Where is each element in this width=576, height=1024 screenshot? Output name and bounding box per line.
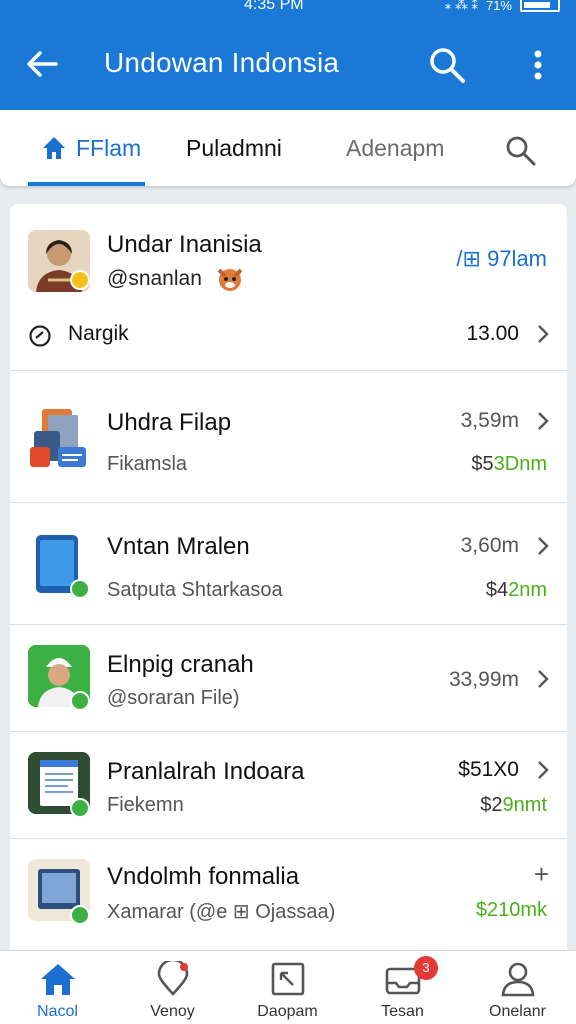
item-handle: @snanlan (107, 267, 202, 290)
tab-adenapm[interactable]: Adenapm (346, 110, 444, 186)
chevron-right-icon (538, 537, 549, 555)
list-item[interactable]: Undar Inanisia @snanlan /⊞ 97lam Nargik … (10, 204, 567, 371)
status-badge (70, 905, 90, 925)
nav-label: Tesan (381, 1003, 424, 1020)
status-time: 4:35 PM (244, 0, 304, 13)
location-pin-icon (157, 961, 189, 996)
status-bar: 4:35 PM ⁎ ⁂ ⁑ 71% (0, 0, 576, 20)
nav-item-onelanr[interactable]: Onelanr (460, 951, 575, 1024)
home-icon (43, 137, 65, 159)
status-badge (70, 691, 90, 711)
tab-bar: FFlam Puladmni Adenapm (0, 110, 576, 186)
item-meta-label: Nargik (68, 322, 129, 345)
fox-icon (217, 268, 243, 291)
item-value: 3,60m (460, 534, 519, 557)
apps-icon (28, 407, 90, 469)
item-value: $51X0 (458, 758, 519, 781)
nav-label: Daopam (257, 1003, 318, 1020)
tab-label: FFlam (76, 134, 142, 161)
status-icons: ⁎ ⁂ ⁑ 71% (445, 0, 560, 13)
item-sub: Fikamsla (107, 453, 188, 475)
item-name: Pranlalrah Indoara (107, 758, 305, 785)
item-value: 3,59m (460, 409, 519, 432)
battery-text: 71% (485, 0, 512, 13)
item-sub: Xamarar (@e ⊞ Ojassaa) (107, 901, 336, 923)
chevron-right-icon (538, 325, 549, 343)
tab-label: Adenapm (346, 134, 445, 161)
search-icon[interactable] (426, 44, 468, 86)
chevron-right-icon (538, 670, 549, 688)
list-item[interactable]: Pranlalrah Indoara Fiekemn $51X0 $29nmt (10, 732, 567, 839)
signal-icon: ⁎ ⁂ ⁑ (444, 0, 478, 12)
notification-badge: 3 (414, 956, 438, 980)
add-icon[interactable]: + (534, 859, 549, 890)
item-name: Vndolmh fonmalia (107, 863, 300, 890)
compose-icon (271, 962, 305, 996)
chevron-right-icon (538, 412, 549, 430)
nav-label: Onelanr (489, 1003, 546, 1020)
item-sub: Fiekemn (107, 794, 184, 816)
item-meta-value: 13.00 (466, 322, 519, 345)
item-price: $29nmt (480, 794, 547, 816)
item-sub: @soraran File) (107, 687, 240, 709)
list-item[interactable]: Uhdra Filap Fikamsla 3,59m $53Dnm (10, 371, 567, 503)
list-item[interactable]: Elnpig cranah @soraran File) 33,99m (10, 625, 567, 732)
chevron-right-icon (538, 761, 549, 779)
status-badge (70, 798, 90, 818)
item-tag: /⊞ 97lam (456, 246, 547, 271)
nav-item-daopam[interactable]: Daopam (230, 951, 345, 1024)
home-icon (41, 964, 75, 995)
clock-icon (29, 325, 51, 347)
nav-label: Nacol (37, 1003, 78, 1020)
nav-item-venoy[interactable]: Venoy (115, 951, 230, 1024)
list-item[interactable]: Vntan Mralen Satputa Shtarkasoa 3,60m $4… (10, 503, 567, 625)
battery-icon (520, 0, 560, 12)
item-name: Vntan Mralen (107, 533, 250, 560)
tab-puladmni[interactable]: Puladmni (186, 110, 282, 186)
item-name: Undar Inanisia (107, 231, 262, 258)
more-vert-icon[interactable] (522, 44, 554, 86)
tab-label: Puladmni (186, 134, 282, 161)
item-name: Uhdra Filap (107, 409, 232, 436)
item-price: $42nm (485, 579, 547, 601)
item-sub: Satputa Shtarkasoa (107, 579, 283, 601)
back-arrow-icon[interactable] (22, 44, 62, 84)
search-icon[interactable] (502, 132, 538, 168)
status-badge (70, 579, 90, 599)
verified-badge (70, 270, 90, 290)
app-title: Undowan Indonsia (104, 47, 340, 78)
item-price: $210mk (475, 899, 547, 921)
nav-item-nacol[interactable]: Nacol (0, 951, 115, 1024)
nav-label: Venoy (150, 1003, 195, 1020)
item-value: 33,99m (448, 668, 519, 691)
bottom-nav: Nacol Venoy Daopam Tesan Onelanr (0, 950, 576, 1024)
item-name: Elnpig cranah (107, 651, 254, 678)
nav-item-tesan[interactable]: Tesan (345, 951, 460, 1024)
results-card: Undar Inanisia @snanlan /⊞ 97lam Nargik … (10, 204, 567, 950)
profile-icon (501, 962, 535, 997)
app-bar: Undowan Indonsia (0, 20, 576, 110)
tab-fflam[interactable]: FFlam (27, 110, 146, 186)
list-item[interactable]: Vndolmh fonmalia Xamarar (@e ⊞ Ojassaa) … (10, 839, 567, 950)
item-price: $53Dnm (471, 453, 547, 475)
